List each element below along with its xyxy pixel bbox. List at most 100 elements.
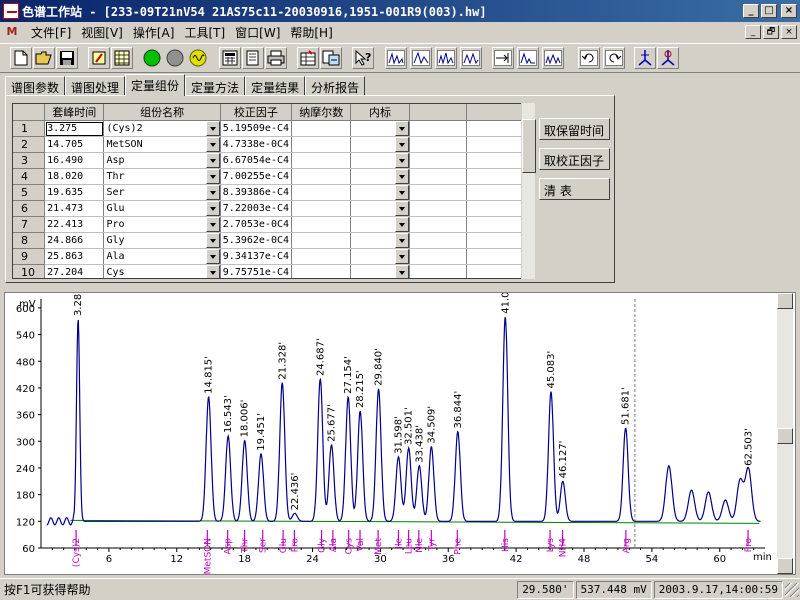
nanomoles-cell[interactable] [291, 136, 352, 153]
tab-quant-components[interactable]: 定量组份 [125, 74, 186, 96]
component-name-cell[interactable]: Glu [103, 200, 221, 217]
peak-view-3-icon[interactable] [435, 47, 457, 69]
menu-file[interactable]: 文件[F] [26, 24, 76, 41]
tab-analysis-report[interactable]: 分析报告 [305, 76, 366, 96]
dropdown-arrow-icon[interactable] [394, 249, 409, 264]
dropdown-arrow-icon[interactable] [205, 185, 220, 200]
internal-standard-cell[interactable] [350, 200, 410, 217]
peak-view-2-icon[interactable] [410, 47, 432, 69]
get-correction-factor-button[interactable]: 取校正因子 [539, 148, 610, 170]
app-icon[interactable] [3, 3, 19, 19]
component-name-cell[interactable]: MetSON [103, 136, 221, 153]
dropdown-arrow-icon[interactable] [205, 217, 220, 232]
correction-factor-cell[interactable]: 9.75751e-C4 [220, 264, 293, 278]
grey-light-icon[interactable] [164, 47, 186, 69]
peak-view-1-icon[interactable] [385, 47, 407, 69]
table-row[interactable]: 4 18.020 Thr 7.00255e-C4 [13, 168, 533, 185]
close-button[interactable]: × [781, 4, 797, 18]
col-retention-time[interactable]: 套峰时间 [44, 104, 105, 121]
document-icon[interactable]: M [4, 24, 20, 40]
export-icon[interactable] [320, 47, 342, 69]
green-light-icon[interactable] [141, 47, 163, 69]
correction-factor-cell[interactable]: 5.3962e-0C4 [220, 232, 293, 249]
correction-factor-cell[interactable]: 9.34137e-C4 [220, 248, 293, 265]
correction-factor-cell[interactable]: 7.22003e-C4 [220, 200, 293, 217]
chart-scrollbar[interactable] [777, 293, 793, 574]
correction-factor-cell[interactable]: 5.19509e-C4 [220, 120, 293, 137]
component-name-cell[interactable]: Ala [103, 248, 221, 265]
get-retention-time-button[interactable]: 取保留时间 [539, 118, 610, 140]
table-row[interactable]: 7 22.413 Pro 2.7053e-0C4 [13, 216, 533, 233]
peak-view-5-icon[interactable] [517, 47, 539, 69]
internal-standard-cell[interactable] [350, 136, 410, 153]
dropdown-arrow-icon[interactable] [205, 169, 220, 184]
dropdown-arrow-icon[interactable] [205, 233, 220, 248]
peak-marker-2-icon[interactable] [657, 47, 679, 69]
internal-standard-cell[interactable] [350, 120, 410, 137]
tab-spectrum-processing[interactable]: 谱图处理 [65, 76, 126, 96]
save-icon[interactable] [56, 47, 78, 69]
internal-standard-cell[interactable] [350, 184, 410, 201]
correction-factor-cell[interactable]: 6.67054e-C4 [220, 152, 293, 169]
baseline-icon[interactable] [492, 47, 514, 69]
dropdown-arrow-icon[interactable] [394, 169, 409, 184]
table-row[interactable]: 8 24.866 Gly 5.3962e-0C4 [13, 232, 533, 249]
extra-cell-1[interactable] [409, 216, 467, 233]
table-row[interactable]: 9 25.863 Ala 9.34137e-C4 [13, 248, 533, 265]
col-nanomoles[interactable]: 纳摩尔数 [291, 104, 352, 121]
minimize-button[interactable]: _ [743, 4, 759, 18]
correction-factor-cell[interactable]: 2.7053e-0C4 [220, 216, 293, 233]
correction-factor-cell[interactable]: 8.39386e-C4 [220, 184, 293, 201]
internal-standard-cell[interactable] [350, 152, 410, 169]
table-row[interactable]: 6 21.473 Glu 7.22003e-C4 [13, 200, 533, 217]
peak-view-4-icon[interactable] [460, 47, 482, 69]
doc-close-button[interactable]: × [781, 25, 797, 39]
dropdown-arrow-icon[interactable] [205, 137, 220, 152]
table-row[interactable]: 1 3.275 (Cys)2 5.19509e-C4 [13, 120, 533, 137]
extra-cell-1[interactable] [409, 232, 467, 249]
table-row[interactable]: 3 16.490 Asp 6.67054e-C4 [13, 152, 533, 169]
col-extra-1[interactable] [409, 104, 467, 121]
menu-window[interactable]: 窗口[W] [230, 24, 285, 41]
retention-time-cell[interactable]: 19.635 [44, 184, 105, 201]
retention-time-cell[interactable]: 14.705 [44, 136, 105, 153]
nanomoles-cell[interactable] [291, 248, 352, 265]
yellow-light-icon[interactable] [187, 47, 209, 69]
component-name-cell[interactable]: Asp [103, 152, 221, 169]
extra-cell-1[interactable] [409, 168, 467, 185]
peak-view-6-icon[interactable] [542, 47, 564, 69]
calculator-icon[interactable] [219, 47, 241, 69]
menu-tools[interactable]: 工具[T] [179, 24, 230, 41]
chart-scroll-up[interactable] [777, 293, 793, 309]
dropdown-arrow-icon[interactable] [394, 233, 409, 248]
component-name-cell[interactable]: Pro [103, 216, 221, 233]
redo-icon[interactable] [603, 47, 625, 69]
component-name-cell[interactable]: Thr [103, 168, 221, 185]
dropdown-arrow-icon[interactable] [205, 201, 220, 216]
chart-scroll-thumb[interactable] [777, 428, 793, 444]
extra-cell-1[interactable] [409, 264, 467, 278]
retention-time-cell[interactable]: 22.413 [44, 216, 105, 233]
clear-table-button[interactable]: 清 表 [539, 178, 610, 200]
dropdown-arrow-icon[interactable] [205, 265, 220, 278]
chart-scroll-down[interactable] [777, 558, 793, 574]
retention-time-cell[interactable]: 3.275 [44, 120, 105, 137]
print-icon[interactable] [265, 47, 287, 69]
grid-scroll-thumb[interactable] [522, 119, 536, 173]
col-correction-factor[interactable]: 校正因子 [220, 104, 293, 121]
retention-time-cell[interactable]: 21.473 [44, 200, 105, 217]
internal-standard-cell[interactable] [350, 248, 410, 265]
tab-quant-results[interactable]: 定量结果 [245, 76, 306, 96]
nanomoles-cell[interactable] [291, 152, 352, 169]
dropdown-arrow-icon[interactable] [394, 217, 409, 232]
extra-cell-1[interactable] [409, 136, 467, 153]
table-row[interactable]: 5 19.635 Ser 8.39386e-C4 [13, 184, 533, 201]
component-name-cell[interactable]: (Cys)2 [103, 120, 221, 137]
nanomoles-cell[interactable] [291, 168, 352, 185]
extra-cell-1[interactable] [409, 152, 467, 169]
nanomoles-cell[interactable] [291, 200, 352, 217]
menu-view[interactable]: 视图[V] [76, 24, 128, 41]
components-grid[interactable]: 套峰时间 组份名称 校正因子 纳摩尔数 内标 1 3.275 (Cys)2 5.195… [12, 103, 534, 279]
menu-operate[interactable]: 操作[A] [128, 24, 180, 41]
maximize-button[interactable]: □ [761, 4, 777, 18]
